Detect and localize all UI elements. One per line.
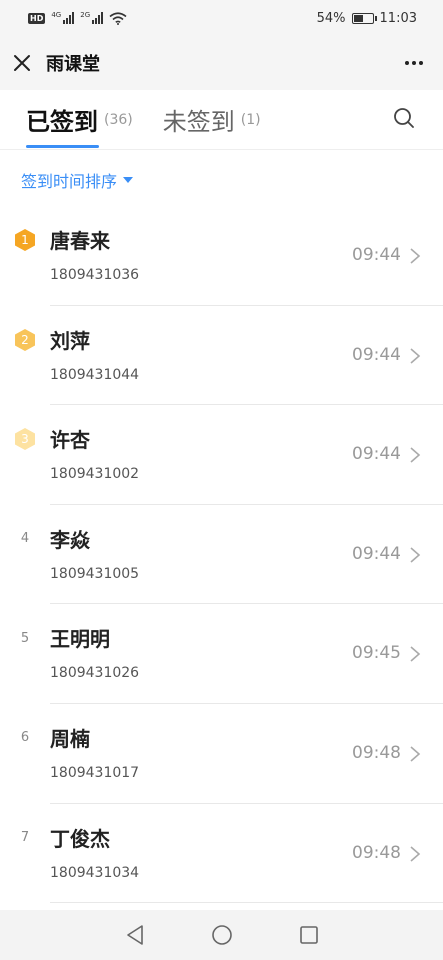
student-id: 1809431044 xyxy=(50,366,140,383)
rank-badge-bronze: 3 xyxy=(14,427,36,451)
battery-icon xyxy=(351,12,377,24)
tab-signed-in[interactable]: 已签到 (36) xyxy=(26,90,133,150)
rank-badge-gold: 1 xyxy=(14,228,36,252)
rank-number-plain: 5 xyxy=(14,626,36,650)
signal-type-label: 4G xyxy=(51,11,62,19)
signin-time: 09:48 xyxy=(352,742,401,763)
rank-number: 3 xyxy=(21,432,29,447)
list-item[interactable]: 3 许杏 1809431002 09:44 xyxy=(0,405,443,505)
status-bar-right: 54% 11:03 xyxy=(317,11,417,26)
student-id: 1809431002 xyxy=(50,466,140,483)
student-id: 1809431034 xyxy=(50,864,140,881)
chevron-right-icon xyxy=(410,248,421,264)
tab-count: (36) xyxy=(104,111,133,128)
list-item[interactable]: 5 王明明 1809431026 09:45 xyxy=(0,604,443,704)
tab-label: 未签到 xyxy=(162,108,235,136)
student-id: 1809431026 xyxy=(50,665,140,682)
tab-count: (1) xyxy=(240,111,261,128)
signal-type-label-2: 2G xyxy=(80,11,91,19)
search-icon[interactable] xyxy=(393,107,417,131)
list-item[interactable]: 4 李焱 1809431005 09:44 xyxy=(0,505,443,605)
chevron-right-icon xyxy=(410,547,421,563)
student-id: 1809431036 xyxy=(50,267,140,283)
list-item[interactable]: 2 刘萍 1809431044 09:44 xyxy=(0,306,443,406)
status-bar-left: HD 4G 2G xyxy=(28,12,127,25)
student-id: 1809431005 xyxy=(50,565,140,582)
app-title: 雨课堂 xyxy=(46,54,100,75)
signin-time: 09:44 xyxy=(352,543,401,564)
chevron-right-icon xyxy=(410,746,421,762)
sort-label: 签到时间排序 xyxy=(21,172,118,191)
battery-percent: 54% xyxy=(316,10,346,26)
chevron-right-icon xyxy=(410,347,421,364)
student-list: 1 唐春来 1809431036 09:44 2 刘萍 1809431044 0… xyxy=(0,206,443,904)
chevron-right-icon xyxy=(410,646,421,662)
rank-number: 7 xyxy=(20,830,30,846)
rank-number: 6 xyxy=(20,730,30,746)
clock: 11:03 xyxy=(379,10,417,26)
signal-icon: 4G xyxy=(51,11,75,24)
tab-not-signed-in[interactable]: 未签到 (1) xyxy=(163,90,261,150)
home-icon[interactable] xyxy=(211,924,233,946)
student-id: 1809431017 xyxy=(50,764,140,781)
tab-label: 已签到 xyxy=(26,108,98,136)
signin-time: 09:44 xyxy=(352,444,401,465)
rank-number: 1 xyxy=(21,233,29,247)
signin-tabs: 已签到 (36) 未签到 (1) xyxy=(0,90,443,150)
signin-time: 09:48 xyxy=(352,842,401,863)
caret-down-icon xyxy=(123,177,134,183)
student-name: 周楠 xyxy=(50,726,90,751)
signal-icon-2: 2G xyxy=(80,11,104,24)
back-icon[interactable] xyxy=(125,924,145,946)
chevron-right-icon xyxy=(410,845,421,862)
wifi-icon xyxy=(109,11,127,25)
title-bar: 雨课堂 xyxy=(0,36,443,90)
divider xyxy=(50,902,443,904)
signin-time: 09:45 xyxy=(352,643,401,664)
student-name: 许杏 xyxy=(50,428,90,453)
list-item[interactable]: 6 周楠 1809431017 09:48 xyxy=(0,704,443,804)
list-item[interactable]: 1 唐春来 1809431036 09:44 xyxy=(0,206,443,306)
student-name: 唐春来 xyxy=(50,229,110,253)
rank-number: 4 xyxy=(20,531,30,547)
rank-number: 2 xyxy=(21,332,29,347)
rank-badge-silver: 2 xyxy=(14,328,36,352)
rank-number-plain: 7 xyxy=(14,826,36,850)
list-item[interactable]: 7 丁俊杰 1809431034 09:48 xyxy=(0,804,443,904)
hd-icon: HD xyxy=(28,12,46,24)
rank-number-plain: 4 xyxy=(14,527,36,551)
student-name: 刘萍 xyxy=(50,328,90,353)
student-name: 李焱 xyxy=(50,527,90,552)
recents-icon[interactable] xyxy=(299,925,319,945)
sort-dropdown[interactable]: 签到时间排序 xyxy=(21,168,134,192)
close-icon[interactable] xyxy=(12,53,32,73)
rank-number: 5 xyxy=(20,630,30,646)
student-name: 王明明 xyxy=(50,627,110,652)
system-nav-bar xyxy=(0,910,443,960)
more-horizontal-icon[interactable] xyxy=(405,61,427,65)
student-name: 丁俊杰 xyxy=(50,826,110,851)
signin-time: 09:44 xyxy=(352,344,401,365)
chevron-right-icon xyxy=(410,447,421,463)
status-bar: HD 4G 2G 54% 11:03 xyxy=(0,0,443,36)
signin-time: 09:44 xyxy=(352,245,401,265)
rank-number-plain: 6 xyxy=(14,726,36,750)
